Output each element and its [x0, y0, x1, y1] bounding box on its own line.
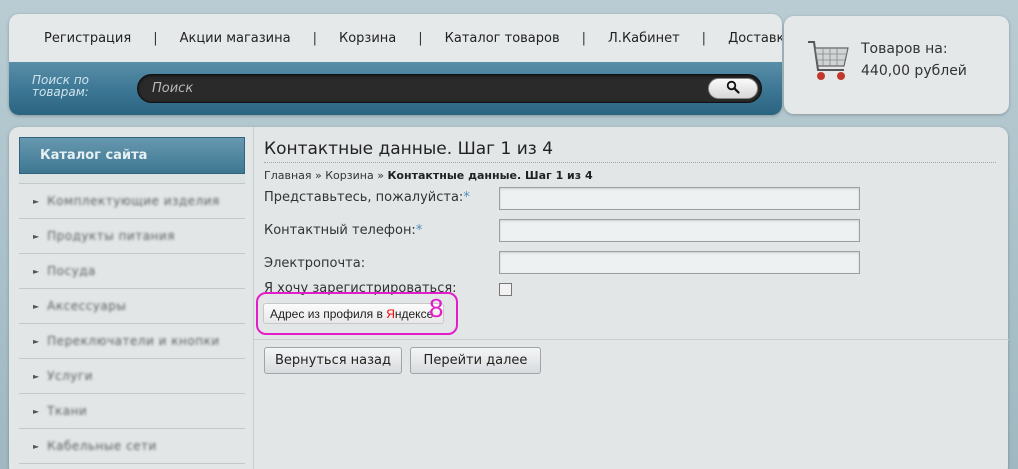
nav-separator: | — [581, 30, 587, 46]
breadcrumb-separator: » — [377, 169, 384, 182]
sidebar-item-label: Продукты питания — [47, 229, 175, 243]
phone-label-row: Контактный телефон:* — [264, 223, 422, 238]
cart-panel[interactable]: Товаров на: 440,00 рублей — [784, 16, 1009, 114]
yandex-address-button[interactable]: Адрес из профиля в Яндексе — [263, 303, 445, 324]
annotation-number: 8 — [429, 293, 444, 323]
name-label-row: Представьтесь, пожалуйста:* — [264, 190, 470, 205]
main-nav: Регистрация | Акции магазина | Корзина |… — [9, 14, 782, 62]
breadcrumb-separator: » — [315, 169, 322, 182]
nav-separator: | — [701, 30, 707, 46]
sidebar-item[interactable]: ► Аксессуары — [19, 289, 245, 324]
cart-amount: 440,00 рублей — [861, 63, 967, 79]
bullet-icon: ► — [33, 301, 40, 311]
nav-separator: | — [153, 30, 158, 46]
required-mark: * — [463, 190, 470, 205]
register-checkbox[interactable] — [499, 283, 512, 296]
nav-promotions[interactable]: Акции магазина — [180, 31, 291, 46]
search-icon — [726, 79, 740, 98]
top-panel: Регистрация | Акции магазина | Корзина |… — [9, 14, 782, 115]
yandex-button-label: Адрес из профиля в — [270, 306, 383, 321]
sidebar-item[interactable]: ► Услуги — [19, 359, 245, 394]
nav-account[interactable]: Л.Кабинет — [608, 31, 680, 46]
sidebar-item-label: Переключатели и кнопки — [47, 334, 220, 348]
checkout-content: Контактные данные. Шаг 1 из 4 Главная » … — [253, 127, 1009, 469]
sidebar-item-label: Аксессуары — [47, 299, 127, 313]
nav-registration[interactable]: Регистрация — [44, 31, 131, 46]
sidebar-item[interactable]: ► Переключатели и кнопки — [19, 324, 245, 359]
bullet-icon: ► — [33, 441, 40, 451]
page-title: Контактные данные. Шаг 1 из 4 — [264, 139, 996, 163]
shopping-cart-icon — [804, 36, 852, 88]
yandex-brand-rest: ндексе — [394, 306, 434, 321]
sidebar-item[interactable]: ► Продукты питания — [19, 219, 245, 254]
phone-field[interactable] — [499, 219, 860, 242]
cart-title: Товаров на: — [861, 41, 948, 57]
nav-separator: | — [418, 30, 423, 46]
bullet-icon: ► — [33, 406, 40, 416]
breadcrumb-home[interactable]: Главная — [264, 169, 312, 182]
breadcrumb: Главная » Корзина » Контактные данные. Ш… — [264, 169, 593, 182]
cart-summary: Товаров на: 440,00 рублей — [861, 38, 967, 82]
name-field[interactable] — [499, 187, 860, 210]
name-label: Представьтесь, пожалуйста: — [264, 190, 464, 205]
catalog-sidebar: Каталог сайта ► Комплектующие изделия ► Пр… — [19, 137, 245, 469]
next-button[interactable]: Перейти далее — [410, 347, 541, 374]
sidebar-item-label: Ткани — [47, 404, 88, 418]
breadcrumb-cart[interactable]: Корзина — [325, 169, 373, 182]
email-label: Электропочта: — [264, 256, 366, 271]
divider — [254, 339, 1009, 340]
phone-label: Контактный телефон: — [264, 223, 416, 238]
sidebar-item[interactable]: ► Ткани — [19, 394, 245, 429]
search-button[interactable] — [708, 78, 758, 99]
bullet-icon: ► — [33, 371, 40, 381]
email-label-row: Электропочта: — [264, 256, 365, 271]
nav-cart[interactable]: Корзина — [339, 31, 396, 46]
email-field[interactable] — [499, 251, 860, 274]
bullet-icon: ► — [33, 231, 40, 241]
back-button[interactable]: Вернуться назад — [264, 347, 402, 374]
search-bar: Поиск по товарам: — [9, 62, 782, 115]
nav-delivery[interactable]: Доставка — [728, 31, 782, 46]
bullet-icon: ► — [33, 266, 40, 276]
nav-catalog[interactable]: Каталог товаров — [445, 31, 560, 46]
required-mark: * — [415, 223, 423, 238]
sidebar-item[interactable]: ► Посуда — [19, 254, 245, 289]
search-box — [137, 74, 762, 103]
main-panel: Каталог сайта ► Комплектующие изделия ► Пр… — [9, 127, 1009, 469]
sidebar-item-label: Услуги — [47, 369, 93, 383]
search-input[interactable] — [152, 75, 692, 102]
bullet-icon: ► — [33, 336, 40, 346]
sidebar-title: Каталог сайта — [19, 137, 245, 174]
search-label: Поиск по товарам: — [32, 73, 90, 99]
bullet-icon: ► — [33, 196, 40, 206]
sidebar-gap — [19, 174, 245, 184]
sidebar-item-label: Кабельные сети — [47, 439, 157, 453]
nav-separator: | — [312, 30, 317, 46]
breadcrumb-current: Контактные данные. Шаг 1 из 4 — [387, 169, 593, 182]
yandex-brand-letter: Я — [386, 306, 395, 321]
sidebar-item[interactable]: ► Кабельные сети — [19, 429, 245, 464]
sidebar-item-label: Комплектующие изделия — [47, 194, 220, 208]
sidebar-item[interactable]: ► Комплектующие изделия — [19, 184, 245, 219]
sidebar-item-label: Посуда — [47, 264, 96, 278]
